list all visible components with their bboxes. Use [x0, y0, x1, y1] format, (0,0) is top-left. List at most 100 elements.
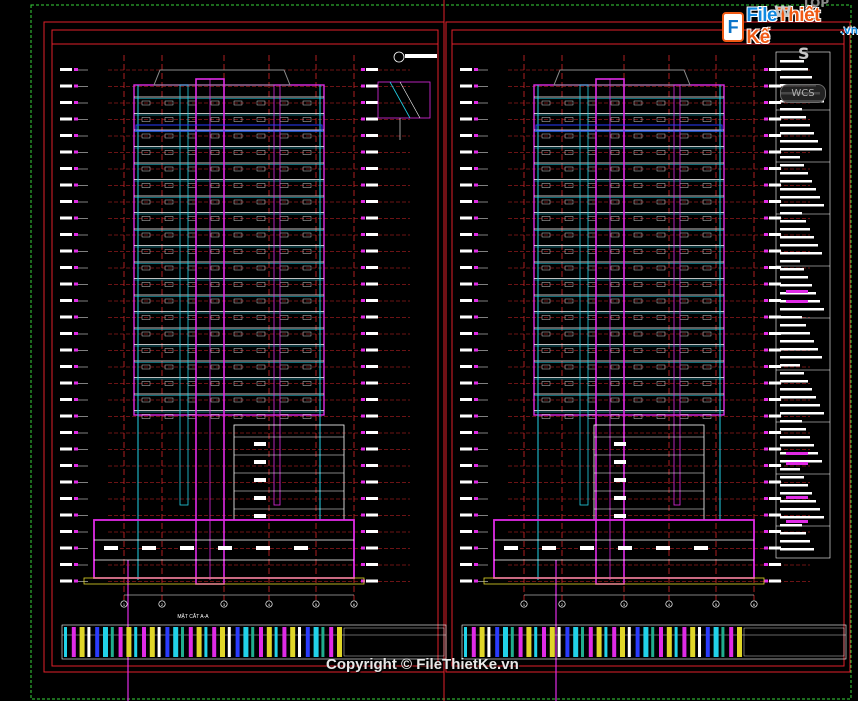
elevation-mark-left: [74, 249, 78, 253]
legend-text-line: [780, 236, 814, 239]
elevation-tag-right: [366, 332, 378, 335]
elevation-mark-right: [764, 398, 768, 401]
elevation-mark-left: [474, 447, 478, 451]
elevation-tag-right: [769, 249, 781, 253]
elevation-tag-left: [460, 447, 472, 451]
elevation-tag-right: [366, 546, 378, 550]
section-caption-left: MẶT CẮT A-A: [177, 612, 209, 620]
elevation-tag-right: [366, 167, 378, 170]
title-block-entry: [620, 627, 625, 657]
elevation-tag-right: [366, 134, 378, 137]
legend-text-line: [780, 476, 804, 479]
legend-text-line: [780, 260, 800, 263]
elevation-tag-right: [366, 414, 378, 418]
elevation-tag-right: [769, 348, 781, 352]
grid-axis-label: 6: [353, 602, 356, 607]
elevation-tag-left: [460, 513, 472, 517]
elevation-mark-right: [361, 315, 365, 319]
elevation-tag-left: [460, 332, 472, 335]
elevation-tag-left: [60, 216, 72, 220]
elevation-tag-left: [460, 414, 472, 418]
room-label: [254, 496, 266, 500]
elevation-tag-left: [460, 68, 472, 71]
legend-text-line: [780, 164, 804, 167]
elevation-mark-right: [361, 200, 365, 203]
elevation-tag-left: [460, 464, 472, 467]
title-block-entry: [313, 627, 319, 657]
elevation-mark-left: [474, 530, 478, 533]
elevation-mark-right: [361, 365, 365, 368]
wcs-menu-button[interactable]: WCS: [780, 84, 826, 103]
elevation-mark-right: [361, 282, 365, 286]
elevation-tag-right: [769, 183, 781, 187]
title-block-entry: [479, 627, 485, 657]
elevation-tag-left: [60, 480, 72, 484]
elevation-mark-right: [361, 117, 365, 121]
elevation-tag-left: [60, 431, 72, 434]
elevation-mark-right: [361, 398, 365, 401]
elevation-tag-left: [460, 183, 472, 187]
elevation-mark-left: [474, 546, 478, 550]
elevation-tag-left: [460, 546, 472, 550]
legend-text-line: [780, 332, 810, 335]
elevation-tag-left: [60, 464, 72, 467]
legend-text-line: [780, 116, 806, 119]
basement-room-label: [656, 546, 670, 550]
legend-text-line: [780, 540, 810, 543]
elevation-tag-right: [769, 134, 781, 137]
legend-highlight: [786, 300, 808, 303]
elevation-mark-left: [74, 233, 78, 236]
elevation-tag-left: [460, 200, 472, 203]
elevation-tag-left: [460, 117, 472, 121]
elevation-mark-right: [361, 68, 365, 71]
elevation-mark-right: [361, 101, 365, 104]
elevation-mark-right: [361, 431, 365, 434]
legend-highlight: [786, 452, 808, 455]
legend-text-line: [780, 412, 824, 415]
elevation-tag-left: [60, 150, 72, 154]
elevation-tag-right: [769, 546, 781, 550]
legend-notes-panel: [775, 51, 831, 559]
detail-callout-title: [405, 54, 437, 58]
cad-drawing-canvas[interactable]: 1 2 3 4 5 6 1 2 3 4 5 6 MẶT CẮT A-A: [0, 0, 858, 701]
elevation-tag-right: [769, 216, 781, 220]
elevation-mark-left: [74, 117, 78, 121]
elevation-tag-right: [769, 563, 781, 566]
title-block-entry: [243, 627, 249, 657]
basement-room-label: [256, 546, 270, 550]
legend-border: [775, 51, 831, 559]
viewcube-south-label[interactable]: S: [798, 44, 810, 63]
legend-text-line: [780, 396, 816, 399]
elevation-mark-left: [474, 68, 478, 71]
elevation-mark-right: [361, 546, 365, 550]
elevation-tag-right: [366, 381, 378, 385]
title-block-entry: [259, 627, 263, 657]
elevation-tag-right: [366, 68, 378, 71]
elevation-tag-left: [460, 282, 472, 286]
elevation-tag-right: [366, 579, 378, 583]
elevation-mark-left: [474, 398, 478, 401]
elevation-mark-left: [74, 546, 78, 550]
elevation-mark-left: [74, 480, 78, 484]
elevation-mark-right: [764, 381, 768, 385]
viewcube-west-label[interactable]: W: [774, 2, 792, 21]
elevation-mark-right: [764, 233, 768, 236]
elevation-tag-left: [60, 167, 72, 170]
elevation-mark-right: [361, 216, 365, 220]
title-block-entry: [142, 627, 146, 657]
title-block-entry: [557, 627, 561, 657]
elevation-mark-left: [74, 167, 78, 170]
logo-tld: .vn: [840, 23, 858, 37]
legend-text-line: [780, 308, 824, 311]
elevation-tag-right: [769, 365, 781, 368]
elevation-mark-right: [361, 332, 365, 335]
elevation-mark-right: [764, 530, 768, 533]
elevation-tag-right: [366, 563, 378, 566]
elevation-mark-left: [74, 282, 78, 286]
elevation-tag-left: [460, 167, 472, 170]
elevation-tag-right: [366, 282, 378, 286]
elevation-mark-left: [74, 134, 78, 137]
elevation-tag-left: [460, 431, 472, 434]
grid-axis-label: 3: [223, 602, 226, 607]
viewcube-top-label[interactable]: TOP: [802, 0, 829, 10]
